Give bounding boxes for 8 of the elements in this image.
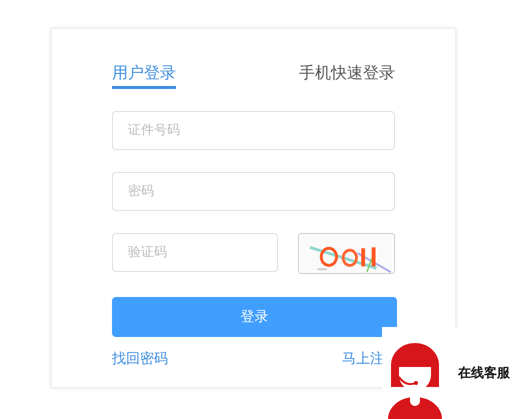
captcha-field[interactable]: 验证码 [112, 233, 278, 272]
password-field[interactable]: 密码 [112, 172, 395, 211]
id-number-field[interactable]: 证件号码 [112, 111, 395, 150]
forgot-password-link[interactable]: 找回密码 [112, 350, 168, 368]
login-tab[interactable]: 用户登录 [112, 62, 176, 89]
login-tab[interactable]: 手机快速登录 [299, 62, 395, 89]
support-label: 在线客服 [458, 364, 510, 382]
login-button[interactable]: 登录 [112, 297, 397, 337]
